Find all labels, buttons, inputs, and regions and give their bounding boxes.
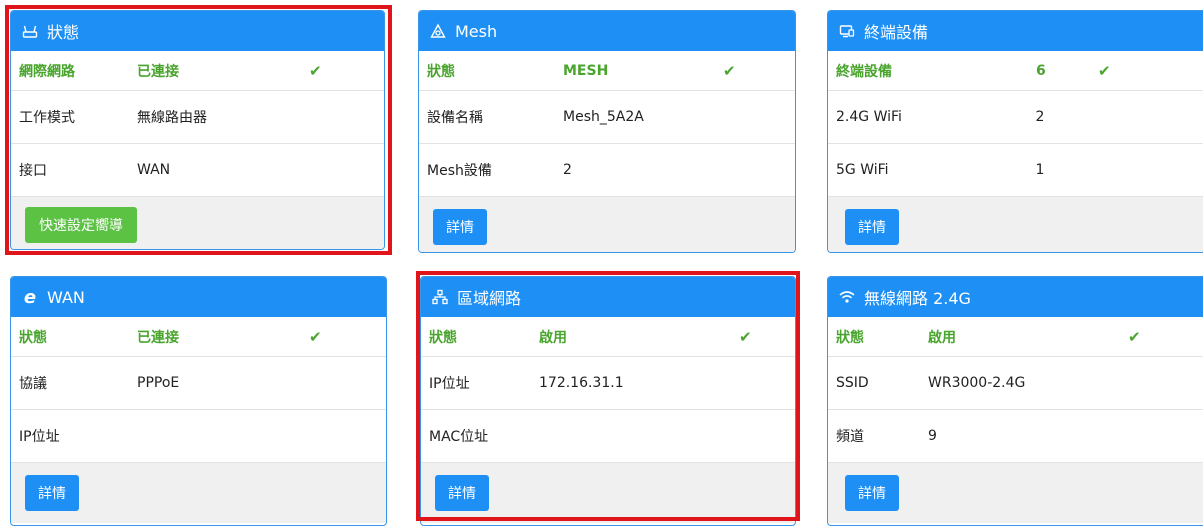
row-value: 172.16.31.1 xyxy=(539,375,624,391)
row-value: 已連接 xyxy=(137,329,179,346)
check-icon: ✔ xyxy=(723,61,736,80)
row-label: Mesh設備 xyxy=(427,163,492,179)
row-label: IP位址 xyxy=(19,429,60,445)
row-value: PPPoE xyxy=(137,375,180,391)
row-label: 終端設備 xyxy=(836,63,892,80)
check-icon: ✔ xyxy=(1128,327,1141,346)
row-label: 接口 xyxy=(19,163,47,179)
row-value: 1 xyxy=(1035,162,1045,178)
devices-card-footer: 詳情 xyxy=(828,197,1203,252)
lan-card-title: 區域網路 xyxy=(457,289,522,308)
check-icon: ✔ xyxy=(1098,61,1111,80)
protocol-row: 協議 PPPoE xyxy=(11,357,386,410)
check-icon: ✔ xyxy=(739,327,752,346)
mesh-devices-row: Mesh設備 2 xyxy=(419,144,795,197)
wifi-24g-status-row: 狀態 啟用 ✔ xyxy=(828,317,1203,357)
wifi-5g-devices-row: 5G WiFi 1 xyxy=(828,144,1203,197)
wifi-24g-devices-row: 2.4G WiFi 2 xyxy=(828,91,1203,144)
row-value: 無線路由器 xyxy=(137,110,207,126)
device-name-row: 設備名稱 Mesh_5A2A xyxy=(419,91,795,144)
row-label: 狀態 xyxy=(427,63,455,80)
wan-status-row: 狀態 已連接 ✔ xyxy=(11,317,386,357)
wifi-24g-card-title: 無線網路 2.4G xyxy=(864,289,971,308)
row-label: SSID xyxy=(836,375,869,391)
devices-status-row: 終端設備 6 ✔ xyxy=(828,51,1203,91)
quick-setup-wizard-button[interactable]: 快速設定嚮導 xyxy=(25,207,137,243)
wifi-icon xyxy=(838,288,856,306)
devices-card-header: 終端設備 xyxy=(828,11,1203,51)
wifi-24g-details-button[interactable]: 詳情 xyxy=(845,475,899,511)
row-value: WAN xyxy=(137,162,171,178)
row-value: 啟用 xyxy=(928,329,956,346)
row-value: 6 xyxy=(1036,62,1046,79)
wifi-24g-card: 無線網路 2.4G 狀態 啟用 ✔ SSID WR3000-2.4G 頻道 9 … xyxy=(827,276,1203,526)
lan-mac-row: MAC位址 xyxy=(421,410,795,463)
wan-ip-row: IP位址 xyxy=(11,410,386,463)
devices-card: 終端設備 終端設備 6 ✔ 2.4G WiFi 2 5G WiFi 1 詳情 xyxy=(827,10,1203,253)
mesh-card-title: Mesh xyxy=(455,21,498,41)
row-label: 5G WiFi xyxy=(836,162,889,178)
wifi-24g-card-footer: 詳情 xyxy=(828,463,1203,523)
status-card-header: 狀態 xyxy=(11,11,384,51)
wan-details-button[interactable]: 詳情 xyxy=(25,475,79,511)
row-label: 網際網路 xyxy=(19,63,75,80)
ssid-row: SSID WR3000-2.4G xyxy=(828,357,1203,410)
wifi-24g-card-header: 無線網路 2.4G xyxy=(828,277,1203,317)
row-value: 2 xyxy=(1035,109,1045,125)
mesh-card: Mesh 狀態 MESH ✔ 設備名稱 Mesh_5A2A Mesh設備 2 詳… xyxy=(418,10,796,253)
status-card-title: 狀態 xyxy=(47,23,80,42)
check-icon: ✔ xyxy=(309,327,322,346)
channel-row: 頻道 9 xyxy=(828,410,1203,463)
lan-status-row: 狀態 啟用 ✔ xyxy=(421,317,795,357)
lan-card: 區域網路 狀態 啟用 ✔ IP位址 172.16.31.1 MAC位址 詳情 xyxy=(420,276,796,526)
mesh-icon xyxy=(429,22,447,40)
lan-card-header: 區域網路 xyxy=(421,277,795,317)
lan-card-footer: 詳情 xyxy=(421,463,795,523)
status-card: 狀態 網際網路 已連接 ✔ 工作模式 無線路由器 接口 WAN 快速設定嚮導 xyxy=(10,10,385,250)
row-label: 協議 xyxy=(19,376,47,392)
row-label: 狀態 xyxy=(429,329,457,346)
row-value: MESH xyxy=(563,62,609,79)
lan-details-button[interactable]: 詳情 xyxy=(435,475,489,511)
wan-card-header: e WAN xyxy=(11,277,386,317)
monitor-icon xyxy=(838,22,856,40)
internet-status-row: 網際網路 已連接 ✔ xyxy=(11,51,384,91)
row-label: IP位址 xyxy=(429,376,470,392)
mesh-details-button[interactable]: 詳情 xyxy=(433,208,487,245)
row-value: WR3000-2.4G xyxy=(928,375,1026,391)
work-mode-row: 工作模式 無線路由器 xyxy=(11,91,384,144)
row-label: 工作模式 xyxy=(19,110,75,126)
ie-icon: e xyxy=(23,286,37,308)
row-label: MAC位址 xyxy=(429,429,489,445)
row-label: 2.4G WiFi xyxy=(836,109,902,125)
mesh-status-row: 狀態 MESH ✔ xyxy=(419,51,795,91)
mesh-card-header: Mesh xyxy=(419,11,795,51)
lan-icon xyxy=(431,288,449,306)
devices-details-button[interactable]: 詳情 xyxy=(845,208,899,245)
status-card-footer: 快速設定嚮導 xyxy=(11,197,384,249)
row-value: 已連接 xyxy=(137,63,179,80)
row-label: 頻道 xyxy=(836,429,864,445)
row-label: 設備名稱 xyxy=(427,110,483,126)
row-value: 啟用 xyxy=(539,329,567,346)
mesh-card-footer: 詳情 xyxy=(419,197,795,252)
interface-row: 接口 WAN xyxy=(11,144,384,197)
wan-card-title: WAN xyxy=(47,287,85,307)
row-label: 狀態 xyxy=(836,329,864,346)
wan-card: e WAN 狀態 已連接 ✔ 協議 PPPoE IP位址 詳情 xyxy=(10,276,387,526)
router-icon xyxy=(21,22,39,40)
lan-ip-row: IP位址 172.16.31.1 xyxy=(421,357,795,410)
row-value: 2 xyxy=(563,162,572,178)
devices-card-title: 終端設備 xyxy=(864,23,929,42)
check-icon: ✔ xyxy=(309,61,322,80)
row-label: 狀態 xyxy=(19,329,47,346)
row-value: Mesh_5A2A xyxy=(563,109,644,125)
wan-card-footer: 詳情 xyxy=(11,463,386,523)
row-value: 9 xyxy=(928,428,937,444)
